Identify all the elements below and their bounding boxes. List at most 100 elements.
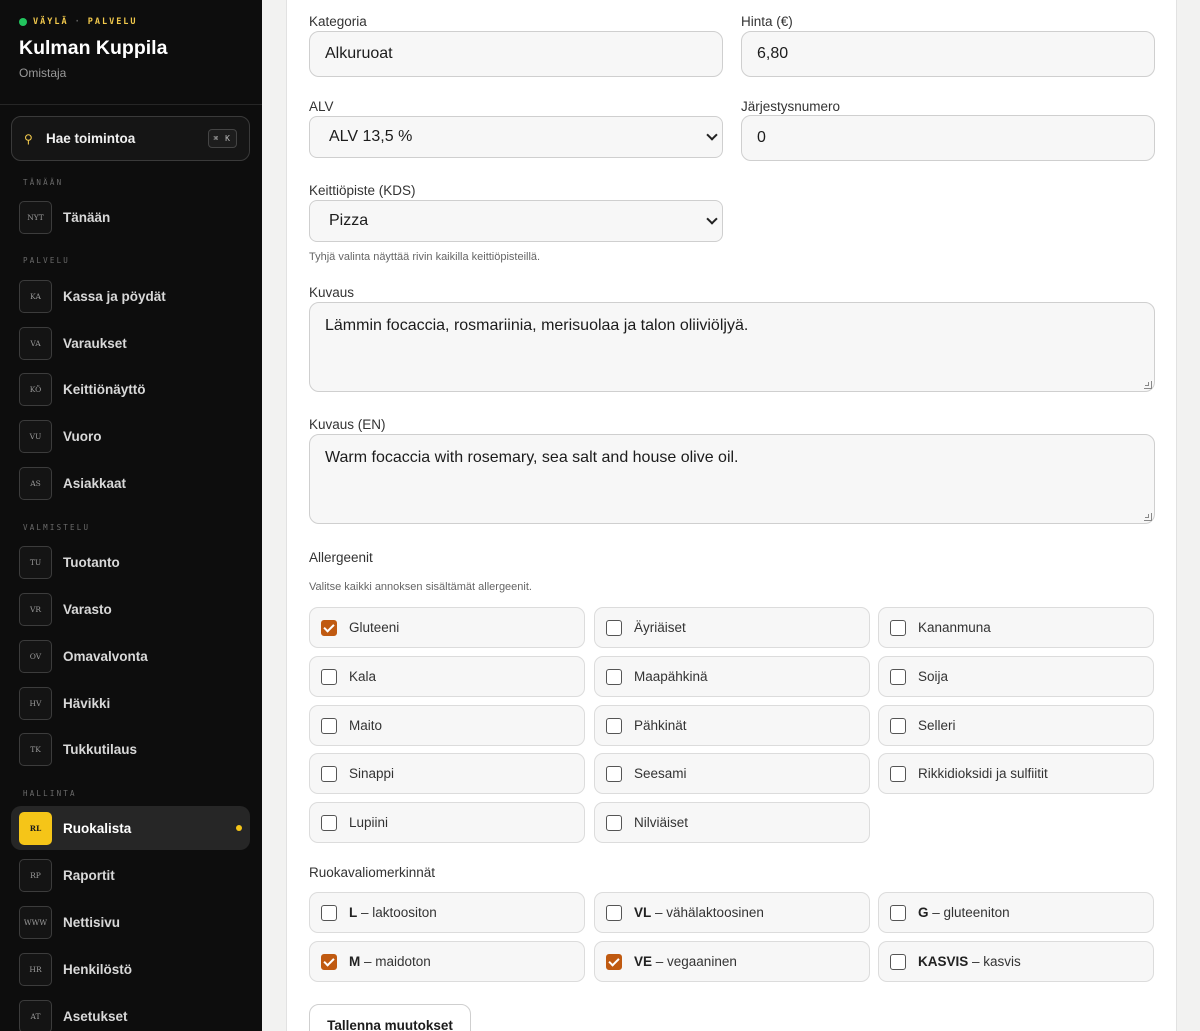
active-indicator-dot bbox=[236, 825, 242, 831]
sidebar: VÄYLÄ · PALVELU Kulman Kuppila Omistaja … bbox=[0, 0, 262, 1031]
checkbox[interactable] bbox=[890, 953, 906, 970]
description-textarea[interactable]: Lämmin focaccia, rosmariinia, merisuolaa… bbox=[309, 302, 1155, 392]
sidebar-item-havikki[interactable]: HV Hävikki bbox=[11, 681, 250, 725]
station-select[interactable]: Pizza bbox=[309, 200, 723, 242]
sidebar-item-label: Henkilöstö bbox=[63, 961, 133, 977]
checkbox[interactable] bbox=[890, 904, 906, 921]
sidebar-item-label: Raportit bbox=[63, 867, 115, 883]
allergen-option-sinappi[interactable]: Sinappi bbox=[309, 753, 585, 794]
diet-option-g[interactable]: G – gluteeniton bbox=[878, 892, 1154, 933]
sidebar-item-label: Omavalvonta bbox=[63, 648, 148, 664]
sidebar-item-kassa[interactable]: KA Kassa ja pöydät bbox=[11, 274, 250, 318]
allergen-option-ayriaiset[interactable]: Äyriäiset bbox=[594, 607, 870, 648]
diet-option-vl[interactable]: VL – vähälaktoosinen bbox=[594, 892, 870, 933]
sidebar-item-nettisivu[interactable]: WWW Nettisivu bbox=[11, 900, 250, 944]
sidebar-item-vuoro[interactable]: VU Vuoro bbox=[11, 414, 250, 458]
diet-text: – laktoositon bbox=[357, 905, 437, 920]
nav-abbr-badge: KÖ bbox=[19, 372, 52, 406]
checkbox[interactable] bbox=[890, 668, 906, 685]
sidebar-item-omavalvonta[interactable]: OV Omavalvonta bbox=[11, 634, 250, 678]
nav-section-prep: VALMISTELU bbox=[23, 523, 91, 532]
allergen-option-label: Maito bbox=[349, 718, 383, 733]
checkbox[interactable] bbox=[606, 904, 622, 921]
vat-select-value: ALV 13,5 % bbox=[329, 128, 413, 145]
diet-code: L bbox=[349, 905, 358, 920]
allergen-option-label: Maapähkinä bbox=[634, 669, 708, 684]
allergen-option-label: Soija bbox=[918, 669, 949, 684]
nav-section-admin: HALLINTA bbox=[23, 789, 77, 798]
resize-handle-icon[interactable] bbox=[1144, 381, 1152, 389]
diet-code: M bbox=[349, 954, 361, 969]
sidebar-item-keittionaytto[interactable]: KÖ Keittiönäyttö bbox=[11, 367, 250, 411]
diet-option-ve[interactable]: VE – vegaaninen bbox=[594, 941, 870, 982]
checkbox[interactable] bbox=[606, 953, 622, 970]
station-label: Keittiöpiste (KDS) bbox=[309, 183, 416, 198]
diet-text: – maidoton bbox=[360, 954, 431, 969]
sidebar-item-varaukset[interactable]: VA Varaukset bbox=[11, 321, 250, 365]
nav-abbr-badge: AS bbox=[19, 466, 52, 500]
allergen-option-label: Selleri bbox=[918, 718, 956, 733]
diet-option-kasvis[interactable]: KASVIS – kasvis bbox=[878, 941, 1154, 982]
checkbox[interactable] bbox=[321, 717, 337, 734]
allergen-option-seesami[interactable]: Seesami bbox=[594, 753, 870, 794]
allergen-option-label: Gluteeni bbox=[349, 620, 400, 635]
nav-abbr-badge: KA bbox=[19, 279, 52, 313]
checkbox[interactable] bbox=[890, 619, 906, 636]
sidebar-item-label: Ruokalista bbox=[63, 820, 132, 836]
allergen-option-sulfiitit[interactable]: Rikkidioksidi ja sulfiitit bbox=[878, 753, 1154, 794]
description-en-textarea[interactable]: Warm focaccia with rosemary, sea salt an… bbox=[309, 434, 1155, 524]
allergen-option-selleri[interactable]: Selleri bbox=[878, 705, 1154, 746]
nav-abbr-badge: WWW bbox=[19, 905, 52, 939]
allergen-option-lupiini[interactable]: Lupiini bbox=[309, 802, 585, 843]
sidebar-item-raportit[interactable]: RP Raportit bbox=[11, 853, 250, 897]
resize-handle-icon[interactable] bbox=[1144, 513, 1152, 521]
allergens-label: Allergeenit bbox=[309, 550, 373, 565]
allergen-option-kananmuna[interactable]: Kananmuna bbox=[878, 607, 1154, 648]
allergen-option-maapahkina[interactable]: Maapähkinä bbox=[594, 656, 870, 697]
allergen-option-maito[interactable]: Maito bbox=[309, 705, 585, 746]
checkbox[interactable] bbox=[321, 765, 337, 782]
checkbox[interactable] bbox=[321, 668, 337, 685]
checkbox[interactable] bbox=[606, 765, 622, 782]
checkbox[interactable] bbox=[321, 904, 337, 921]
diet-option-m[interactable]: M – maidoton bbox=[309, 941, 585, 982]
nav-abbr-badge: OV bbox=[19, 639, 52, 673]
checkbox[interactable] bbox=[606, 668, 622, 685]
checkbox[interactable] bbox=[321, 814, 337, 831]
save-button[interactable]: Tallenna muutokset bbox=[309, 1004, 471, 1031]
sort-order-input[interactable]: 0 bbox=[741, 115, 1155, 161]
category-input[interactable]: Alkuruoat bbox=[309, 31, 723, 77]
checkbox[interactable] bbox=[606, 619, 622, 636]
sidebar-item-asiakkaat[interactable]: AS Asiakkaat bbox=[11, 461, 250, 505]
description-en-text: Warm focaccia with rosemary, sea salt an… bbox=[325, 449, 739, 466]
nav-abbr-badge: RL bbox=[19, 811, 52, 845]
price-input[interactable]: 6,80 bbox=[741, 31, 1155, 77]
vat-select[interactable]: ALV 13,5 % bbox=[309, 116, 723, 158]
checkbox[interactable] bbox=[890, 765, 906, 782]
command-search-button[interactable]: ⚲ Hae toimintoa ⌘ K bbox=[11, 116, 250, 161]
checkbox[interactable] bbox=[321, 953, 337, 970]
allergen-option-soija[interactable]: Soija bbox=[878, 656, 1154, 697]
sidebar-item-label: Varasto bbox=[63, 601, 112, 617]
sidebar-item-henkilosto[interactable]: HR Henkilöstö bbox=[11, 947, 250, 991]
sidebar-item-label: Hävikki bbox=[63, 695, 111, 711]
diet-option-l[interactable]: L – laktoositon bbox=[309, 892, 585, 933]
allergen-option-gluteeni[interactable]: Gluteeni bbox=[309, 607, 585, 648]
checkbox[interactable] bbox=[890, 717, 906, 734]
allergen-option-pahkinat[interactable]: Pähkinät bbox=[594, 705, 870, 746]
sidebar-item-ruokalista[interactable]: RL Ruokalista bbox=[11, 806, 250, 850]
sidebar-item-tanaan[interactable]: NYT Tänään bbox=[11, 195, 250, 239]
sidebar-item-tukkutilaus[interactable]: TK Tukkutilaus bbox=[11, 727, 250, 771]
sidebar-item-asetukset[interactable]: AT Asetukset bbox=[11, 994, 250, 1031]
checkbox[interactable] bbox=[606, 814, 622, 831]
allergen-option-kala[interactable]: Kala bbox=[309, 656, 585, 697]
brand-tagline: VÄYLÄ · PALVELU bbox=[19, 17, 243, 27]
sidebar-item-tuotanto[interactable]: TU Tuotanto bbox=[11, 540, 250, 584]
sidebar-item-varasto[interactable]: VR Varasto bbox=[11, 587, 250, 631]
sidebar-item-label: Tukkutilaus bbox=[63, 741, 138, 757]
checkbox[interactable] bbox=[321, 619, 337, 636]
description-en-label: Kuvaus (EN) bbox=[309, 417, 386, 432]
allergen-option-nilviaiset[interactable]: Nilviäiset bbox=[594, 802, 870, 843]
checkbox[interactable] bbox=[606, 717, 622, 734]
allergens-hint: Valitse kaikki annoksen sisältämät aller… bbox=[309, 581, 532, 593]
